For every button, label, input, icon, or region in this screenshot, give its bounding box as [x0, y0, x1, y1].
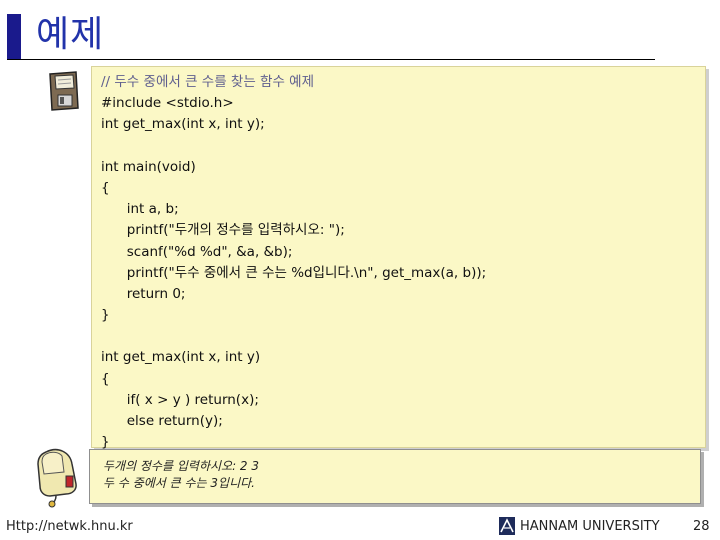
mouse-icon	[37, 448, 77, 508]
code-line: int get_max(int x, int y);	[101, 116, 265, 133]
page-number: 28	[693, 519, 710, 534]
slide-title: 예제	[36, 14, 105, 55]
code-line: {	[101, 370, 110, 387]
code-line: scanf("%d %d", &a, &b);	[101, 243, 293, 260]
footer-university: HANNAM UNIVERSITY	[520, 519, 660, 534]
output-panel: 두개의 정수를 입력하시오: 2 3 두 수 중에서 큰 수는 3입니다.	[89, 449, 701, 504]
title-divider	[7, 59, 655, 60]
code-line: if( x > y ) return(x);	[101, 391, 259, 408]
code-line: }	[101, 307, 110, 324]
title-accent-bar	[7, 14, 21, 59]
code-line: printf("두수 중에서 큰 수는 %d입니다.\n", get_max(a…	[101, 264, 487, 281]
code-line: return 0;	[101, 285, 186, 302]
code-line: {	[101, 179, 110, 196]
code-panel: // 두수 중에서 큰 수를 찾는 함수 예제 #include <stdio.…	[91, 66, 706, 450]
code-line: printf("두개의 정수를 입력하시오: ");	[101, 222, 345, 239]
footer-url: Http://netwk.hnu.kr	[6, 519, 133, 534]
code-line: else return(y);	[101, 413, 223, 429]
output-line: 두개의 정수를 입력하시오: 2 3	[103, 459, 260, 473]
code-line: int get_max(int x, int y)	[101, 349, 261, 366]
code-line: int a, b;	[101, 201, 179, 218]
code-line: #include <stdio.h>	[101, 95, 234, 112]
floppy-disk-icon	[49, 71, 79, 111]
code-line: // 두수 중에서 큰 수를 찾는 함수 예제	[101, 74, 315, 90]
code-block: // 두수 중에서 큰 수를 찾는 함수 예제 #include <stdio.…	[101, 72, 486, 453]
output-line: 두 수 중에서 큰 수는 3입니다.	[103, 476, 255, 490]
output-console: 두개의 정수를 입력하시오: 2 3 두 수 중에서 큰 수는 3입니다.	[103, 458, 259, 492]
university-logo-icon	[499, 517, 515, 535]
code-line: int main(void)	[101, 158, 196, 175]
